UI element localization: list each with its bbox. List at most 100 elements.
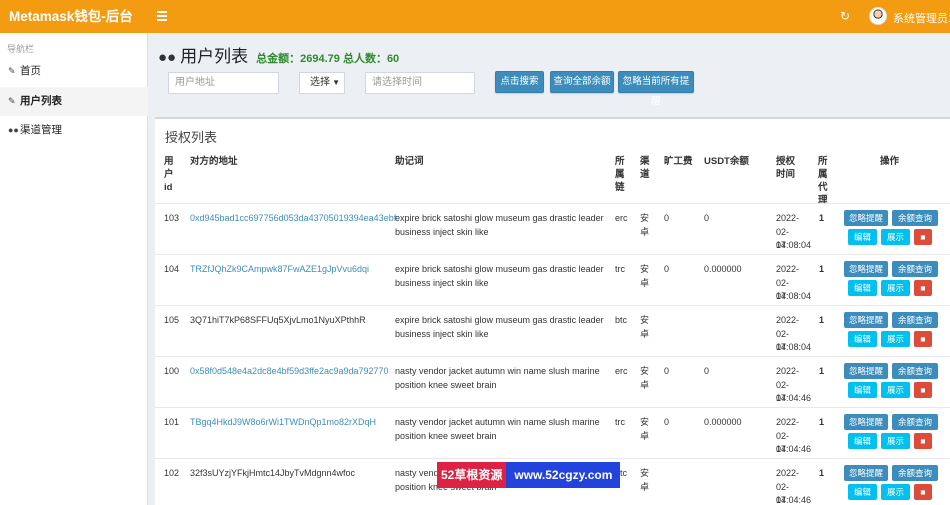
cell-auth-time: 14:04:46 bbox=[776, 444, 812, 454]
cell-user-id: 104 bbox=[164, 264, 180, 274]
cell-auth-time: 14:08:04 bbox=[776, 291, 812, 301]
cell-fee: 0 bbox=[664, 213, 670, 223]
cell-fee: 0 bbox=[664, 264, 670, 274]
edit-button[interactable]: 编辑 bbox=[848, 382, 877, 398]
cell-auth-time: 14:08:04 bbox=[776, 240, 812, 250]
cell-channel: 安卓 bbox=[640, 366, 650, 390]
table-row: 105 3Q71hiT7kP68SFFUq5XjvLmo1NyuXPthhR exp… bbox=[155, 305, 950, 356]
trash-icon: ■ bbox=[920, 232, 926, 242]
balance-query-button[interactable]: 余额查询 bbox=[892, 414, 938, 430]
table-row: 100 0x58f0d548e4a2dc8e4bf59d3ffe2ac9a9da7… bbox=[155, 356, 950, 407]
cell-chain: erc bbox=[615, 213, 628, 223]
ignore-reminder-button[interactable]: 忽略提醒 bbox=[844, 261, 888, 277]
edit-button[interactable]: 编辑 bbox=[848, 229, 877, 245]
cell-usdt-balance: 0 bbox=[704, 213, 710, 223]
sidebar-toggle-icon[interactable] bbox=[157, 9, 167, 24]
cell-proxy: 1 bbox=[819, 213, 825, 223]
query-all-balance-button[interactable]: 查询全部余额 bbox=[550, 71, 614, 93]
sidebar-item-channel-management[interactable]: ●●渠道管理 bbox=[0, 116, 148, 145]
header-channel: 渠道 bbox=[640, 156, 650, 180]
cell-usdt-balance: 0 bbox=[704, 366, 710, 376]
sidebar: 导航栏 ✎ 首页 ✎ 用户列表 ●●渠道管理 bbox=[0, 33, 148, 505]
authorization-list-panel: 授权列表 用户id 对方的地址 助记词 所属链 渠道 旷工费 USDT余额 授权… bbox=[155, 117, 950, 505]
cell-chain: trc bbox=[615, 417, 625, 427]
top-navbar: Metamask钱包-后台 ↻ 系统管理员1 bbox=[0, 0, 950, 33]
show-button[interactable]: 展示 bbox=[881, 280, 910, 296]
cell-address[interactable]: TRZfJQhZk9CAmpwk87FwAZE1gJpVvu6dqi bbox=[190, 263, 390, 277]
ignore-reminder-button[interactable]: 忽略提醒 bbox=[844, 210, 888, 226]
refresh-icon[interactable]: ↻ bbox=[840, 9, 850, 23]
time-picker-input[interactable]: 请选择时间 bbox=[365, 72, 475, 94]
sidebar-item-label: 首页 bbox=[20, 65, 41, 77]
balance-query-button[interactable]: 余额查询 bbox=[892, 465, 938, 481]
delete-button[interactable]: ■ bbox=[914, 229, 932, 245]
pin-icon: ✎ bbox=[8, 96, 16, 106]
cell-address[interactable]: 0xd945bad1cc697756d053da43705019394ea43e… bbox=[190, 212, 396, 226]
header-mnemonic: 助记词 bbox=[395, 156, 424, 167]
delete-button[interactable]: ■ bbox=[914, 433, 932, 449]
cell-user-id: 105 bbox=[164, 315, 180, 325]
sidebar-item-label: 用户列表 bbox=[20, 95, 62, 107]
pin-icon: ✎ bbox=[8, 66, 16, 76]
cell-fee: 0 bbox=[664, 417, 670, 427]
show-button[interactable]: 展示 bbox=[881, 484, 910, 500]
show-button[interactable]: 展示 bbox=[881, 433, 910, 449]
cell-auth-time: 14:04:46 bbox=[776, 495, 812, 505]
show-button[interactable]: 展示 bbox=[881, 229, 910, 245]
ignore-reminder-button[interactable]: 忽略提醒 bbox=[844, 465, 888, 481]
avatar[interactable] bbox=[869, 7, 887, 25]
cell-chain: erc bbox=[615, 366, 628, 376]
header-proxy: 所属代理 bbox=[818, 156, 828, 206]
address-link[interactable]: TBgq4HkdJ9W8o6rWi1TWDnQp1mo82rXDqH bbox=[190, 417, 376, 427]
cell-address: 32f3sUYzjYFkjHmtc14JbyTvMdgnn4wfoc bbox=[190, 468, 356, 478]
trash-icon: ■ bbox=[920, 487, 926, 497]
trash-icon: ■ bbox=[920, 334, 926, 344]
cell-address[interactable]: 0x58f0d548e4a2dc8e4bf59d3ffe2ac9a9da7927… bbox=[190, 365, 390, 379]
edit-button[interactable]: 编辑 bbox=[848, 280, 877, 296]
sidebar-item-user-list[interactable]: ✎ 用户列表 bbox=[0, 87, 148, 116]
cell-channel: 安卓 bbox=[640, 264, 650, 288]
cell-address[interactable]: TBgq4HkdJ9W8o6rWi1TWDnQp1mo82rXDqH bbox=[190, 416, 390, 430]
cell-auth-time: 14:08:04 bbox=[776, 342, 812, 352]
address-search-input[interactable]: 用户地址 bbox=[168, 72, 279, 94]
address-link[interactable]: TRZfJQhZk9CAmpwk87FwAZE1gJpVvu6dqi bbox=[190, 264, 369, 274]
edit-button[interactable]: 编辑 bbox=[848, 331, 877, 347]
cell-usdt-balance: 0.000000 bbox=[704, 417, 742, 427]
balance-query-button[interactable]: 余额查询 bbox=[892, 210, 938, 226]
balance-query-button[interactable]: 余额查询 bbox=[892, 363, 938, 379]
edit-button[interactable]: 编辑 bbox=[848, 484, 877, 500]
address-link[interactable]: 0x58f0d548e4a2dc8e4bf59d3ffe2ac9a9da7927… bbox=[190, 366, 389, 376]
panel-title: 授权列表 bbox=[165, 130, 218, 145]
cell-mnemonic: expire brick satoshi glow museum gas dra… bbox=[395, 264, 604, 288]
table-row: 104 TRZfJQhZk9CAmpwk87FwAZE1gJpVvu6dqi exp… bbox=[155, 254, 950, 305]
cell-chain: btc bbox=[615, 315, 628, 325]
balance-query-button[interactable]: 余额查询 bbox=[892, 312, 938, 328]
search-button[interactable]: 点击搜索 bbox=[495, 71, 544, 93]
cell-channel: 安卓 bbox=[640, 468, 650, 492]
show-button[interactable]: 展示 bbox=[881, 382, 910, 398]
admin-name[interactable]: 系统管理员1 bbox=[893, 10, 950, 26]
delete-button[interactable]: ■ bbox=[914, 331, 932, 347]
sidebar-item-home[interactable]: ✎ 首页 bbox=[0, 57, 148, 86]
delete-button[interactable]: ■ bbox=[914, 484, 932, 500]
chain-select[interactable]: 选择 ▼ bbox=[299, 72, 345, 94]
header-chain: 所属链 bbox=[615, 156, 625, 193]
ignore-all-reminders-button[interactable]: 忽略当前所有提醒 bbox=[618, 71, 694, 107]
trash-icon: ■ bbox=[920, 283, 926, 293]
brand-logo[interactable]: Metamask钱包-后台 bbox=[0, 0, 148, 33]
cell-mnemonic: nasty vendor jacket autumn win name slus… bbox=[395, 366, 600, 390]
ignore-reminder-button[interactable]: 忽略提醒 bbox=[844, 312, 888, 328]
delete-button[interactable]: ■ bbox=[914, 280, 932, 296]
chevron-down-icon: ▼ bbox=[332, 78, 340, 87]
cell-chain: trc bbox=[615, 264, 625, 274]
balance-query-button[interactable]: 余额查询 bbox=[892, 261, 938, 277]
cell-address: 3Q71hiT7kP68SFFUq5XjvLmo1NyuXPthhR bbox=[190, 315, 366, 325]
ignore-reminder-button[interactable]: 忽略提醒 bbox=[844, 363, 888, 379]
users-icon: ●● bbox=[158, 49, 177, 66]
ignore-reminder-button[interactable]: 忽略提醒 bbox=[844, 414, 888, 430]
address-link[interactable]: 0xd945bad1cc697756d053da43705019394ea43e… bbox=[190, 213, 396, 223]
edit-button[interactable]: 编辑 bbox=[848, 433, 877, 449]
page-header: ●● 用户列表 总金额：2694.79 总人数：60 bbox=[158, 42, 399, 66]
delete-button[interactable]: ■ bbox=[914, 382, 932, 398]
show-button[interactable]: 展示 bbox=[881, 331, 910, 347]
